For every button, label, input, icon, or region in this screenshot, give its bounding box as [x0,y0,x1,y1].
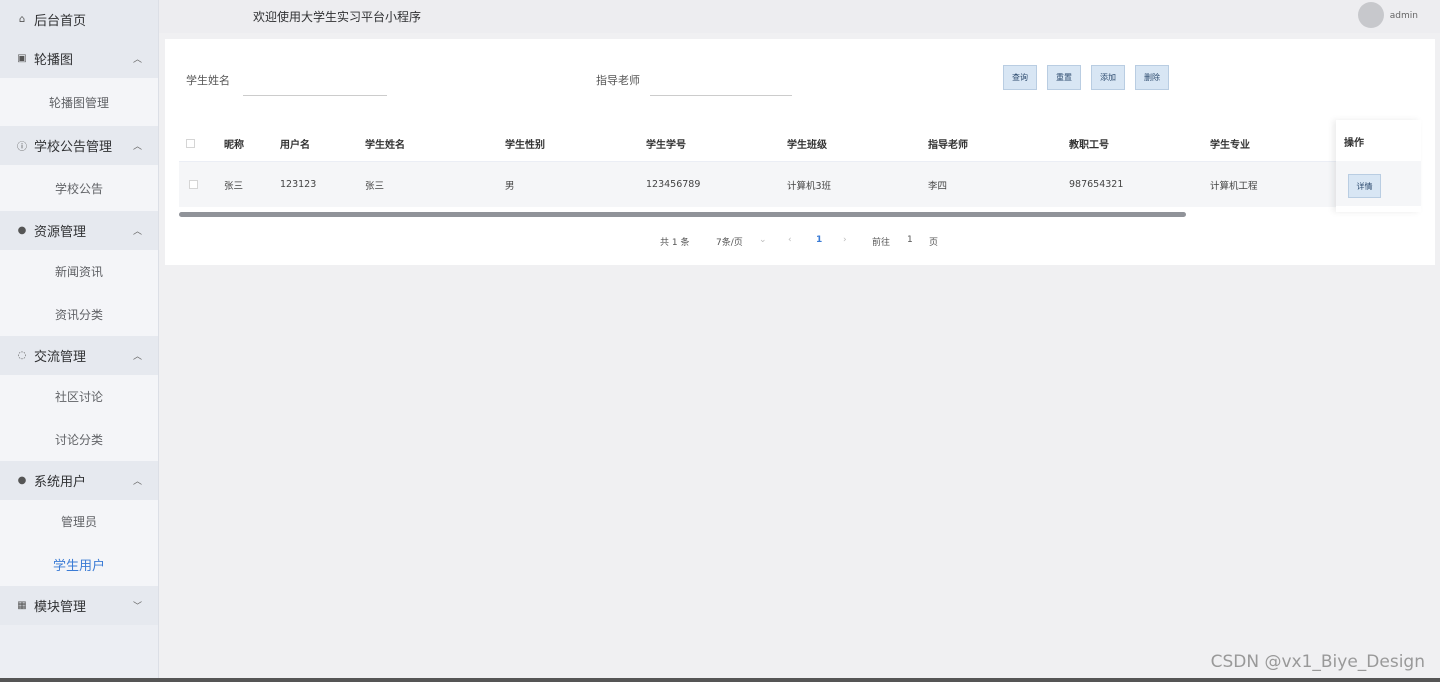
horizontal-scrollbar[interactable] [179,212,1186,217]
chevron-down-icon[interactable]: ⌄ [759,235,767,245]
sidebar-item-discussion-category[interactable]: 讨论分类 [0,418,158,461]
operations-column: 操作 详情 [1336,120,1421,212]
user-icon: ● [17,475,27,486]
cell-teacher: 李四 [928,180,948,192]
menu-group-label: 模块管理 [34,600,87,615]
pin-icon: ● [17,225,27,236]
sidebar-item-carousel-manage[interactable]: 轮播图管理 [0,78,158,126]
info-icon: ⓘ [17,142,27,153]
add-button[interactable]: 添加 [1091,65,1125,90]
chevron-up-icon: ︿ [132,352,142,362]
sidebar-item-community[interactable]: 社区讨论 [0,375,158,418]
menu-group-system-user[interactable]: ● 系统用户 ︿ [0,461,158,500]
goto-label: 前往 [872,238,891,248]
goto-page-input[interactable]: 1 [907,235,913,245]
menu-group-label: 学校公告管理 [34,140,113,155]
chevron-up-icon: ︿ [132,477,142,487]
cell-student-name: 张三 [365,180,385,192]
image-icon: ▣ [17,53,27,64]
menu-home[interactable]: ⌂ 后台首页 [0,0,158,39]
sidebar-item-news[interactable]: 新闻资讯 [0,250,158,293]
menu-group-notice[interactable]: ⓘ 学校公告管理 ︿ [0,126,158,165]
student-name-label: 学生姓名 [186,74,230,87]
menu-group-label: 资源管理 [34,225,87,240]
col-major[interactable]: 学生专业 [1210,125,1250,161]
col-username[interactable]: 用户名 [280,125,310,161]
page-number-current[interactable]: 1 [816,235,822,245]
student-name-input[interactable] [243,73,387,96]
table-row[interactable]: 张三 123123 张三 男 123456789 计算机3班 李四 987654… [179,161,1421,207]
cell-major: 计算机工程 [1210,180,1258,192]
reset-button[interactable]: 重置 [1047,65,1081,90]
sidebar-item-student-user[interactable]: 学生用户 [0,543,158,586]
bottom-bar [0,678,1440,682]
col-teacher[interactable]: 指导老师 [928,125,968,161]
cell-nickname: 张三 [224,180,244,192]
welcome-title: 欢迎使用大学生实习平台小程序 [253,10,422,24]
menu-group-label: 轮播图 [34,53,74,68]
sidebar-item-school-notice[interactable]: 学校公告 [0,165,158,211]
chevron-down-icon: ﹀ [132,602,142,612]
chat-icon: ◌ [17,350,27,361]
teacher-input[interactable] [650,73,792,96]
detail-button[interactable]: 详情 [1348,174,1381,198]
cell-student-id: 123456789 [646,179,701,190]
col-student-id[interactable]: 学生学号 [646,125,686,161]
home-icon: ⌂ [18,14,26,25]
cell-username: 123123 [280,179,317,190]
teacher-label: 指导老师 [596,74,640,87]
col-operations: 操作 [1344,138,1364,149]
pagination-total: 共 1 条 [660,238,690,248]
cell-staff-id: 987654321 [1069,179,1124,190]
avatar[interactable] [1358,2,1384,28]
cell-class: 计算机3班 [787,180,832,192]
sidebar-item-news-category[interactable]: 资讯分类 [0,293,158,336]
row-checkbox[interactable] [189,180,198,189]
chevron-up-icon: ︿ [132,55,142,65]
next-page-icon[interactable]: › [843,235,847,245]
sidebar: ⌂ 后台首页 ▣ 轮播图 ︿ 轮播图管理 ⓘ 学校公告管理 ︿ 学校公告 ● 资… [0,0,159,678]
menu-group-carousel[interactable]: ▣ 轮播图 ︿ [0,39,158,78]
page-size-select[interactable]: 7条/页 [716,235,743,248]
select-all-checkbox[interactable] [186,138,195,148]
col-student-name[interactable]: 学生姓名 [365,125,405,161]
username[interactable]: admin [1390,11,1418,21]
col-gender[interactable]: 学生性别 [505,125,545,161]
col-class[interactable]: 学生班级 [787,125,827,161]
menu-group-resource[interactable]: ● 资源管理 ︿ [0,211,158,250]
watermark: CSDN @vx1_Biye_Design [1210,652,1425,672]
top-bar: 欢迎使用大学生实习平台小程序 admin [159,0,1440,33]
operations-cell: 详情 [1336,161,1421,206]
col-nickname[interactable]: 昵称 [224,125,244,161]
page-suffix: 页 [929,238,939,248]
grid-icon: ▦ [17,600,27,611]
menu-home-label: 后台首页 [34,14,87,29]
sidebar-item-admin[interactable]: 管理员 [0,500,158,543]
menu-group-exchange[interactable]: ◌ 交流管理 ︿ [0,336,158,375]
cell-gender: 男 [505,180,515,192]
table-header: 昵称 用户名 学生姓名 学生性别 学生学号 学生班级 指导老师 教职工号 学生专… [179,125,1421,161]
col-staff-id[interactable]: 教职工号 [1069,125,1109,161]
menu-group-module[interactable]: ▦ 模块管理 ﹀ [0,586,158,625]
chevron-up-icon: ︿ [132,227,142,237]
menu-group-label: 系统用户 [34,475,87,490]
prev-page-icon[interactable]: ‹ [788,235,792,245]
menu-group-label: 交流管理 [34,350,87,365]
query-button[interactable]: 查询 [1003,65,1037,90]
chevron-up-icon: ︿ [132,142,142,152]
delete-button[interactable]: 删除 [1135,65,1169,90]
content-card: 学生姓名 指导老师 查询 重置 添加 删除 昵称 用户名 学生姓名 学生性别 学… [165,39,1435,265]
